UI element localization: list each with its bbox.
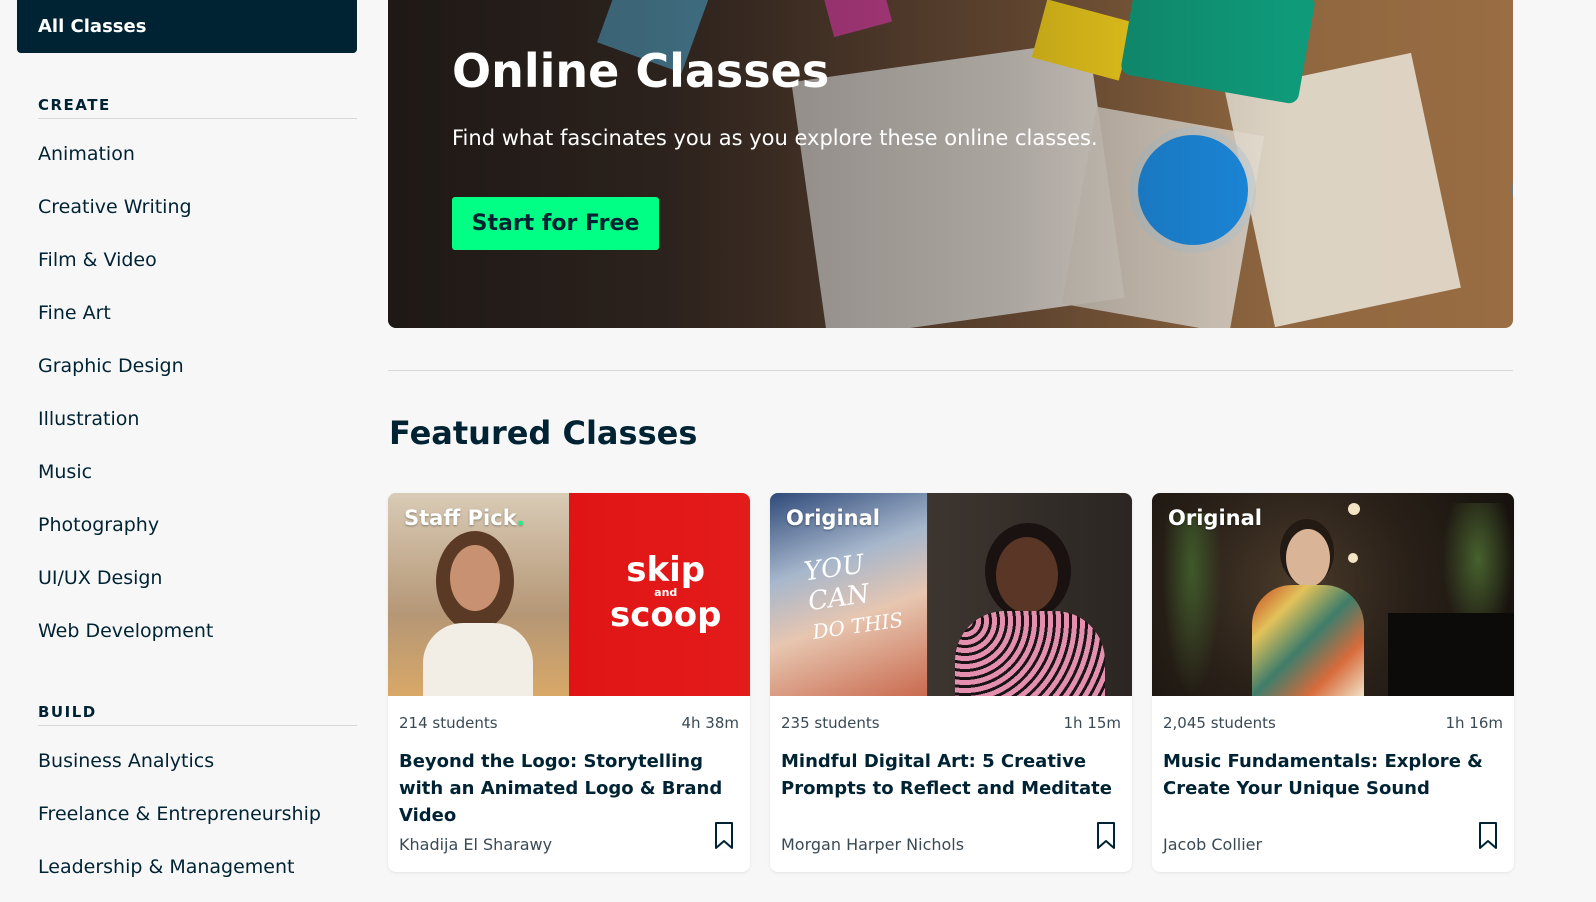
piano	[1388, 613, 1514, 696]
teacher-name[interactable]: Jacob Collier	[1163, 835, 1262, 854]
featured-classes-heading: Featured Classes	[389, 414, 698, 452]
start-for-free-button[interactable]: Start for Free	[452, 197, 659, 250]
section-title-create: CREATE	[38, 96, 357, 119]
student-count: 214 students	[399, 714, 498, 732]
class-duration: 1h 16m	[1445, 714, 1503, 732]
hero-title: Online Classes	[452, 44, 830, 98]
sidebar: All Classes CREATE Animation Creative Wr…	[0, 0, 372, 902]
teacher-name[interactable]: Khadija El Sharawy	[399, 835, 552, 854]
instructor-shirt	[955, 611, 1105, 696]
class-duration: 1h 15m	[1063, 714, 1121, 732]
sidebar-item-leadership-management[interactable]: Leadership & Management	[38, 856, 294, 878]
student-count: 2,045 students	[1163, 714, 1276, 732]
sidebar-item-creative-writing[interactable]: Creative Writing	[38, 196, 192, 218]
sidebar-item-film-video[interactable]: Film & Video	[38, 249, 157, 271]
sidebar-item-music[interactable]: Music	[38, 461, 92, 483]
original-badge: Original	[1168, 506, 1262, 530]
section-divider	[388, 370, 1513, 371]
plant-left	[1162, 513, 1222, 696]
sidebar-item-graphic-design[interactable]: Graphic Design	[38, 355, 184, 377]
instructor-face	[1286, 529, 1330, 587]
class-card[interactable]: YOU CAN DO THIS Original 235 students 1h…	[770, 493, 1132, 872]
sidebar-item-animation[interactable]: Animation	[38, 143, 135, 165]
section-title-build: BUILD	[38, 703, 357, 726]
class-thumbnail[interactable]: skip and scoop Staff Pick.	[388, 493, 750, 696]
logo-word-1: skip	[626, 550, 706, 590]
sidebar-item-web-development[interactable]: Web Development	[38, 620, 213, 642]
bookmark-icon[interactable]	[714, 822, 734, 850]
sidebar-item-illustration[interactable]: Illustration	[38, 408, 139, 430]
class-title[interactable]: Beyond the Logo: Storytelling with an An…	[399, 748, 736, 829]
hero-banner: Online Classes Find what fascinates you …	[388, 0, 1513, 328]
sidebar-item-photography[interactable]: Photography	[38, 514, 159, 536]
class-card[interactable]: Original 2,045 students 1h 16m Music Fun…	[1152, 493, 1514, 872]
class-title[interactable]: Music Fundamentals: Explore & Create You…	[1163, 748, 1500, 802]
instructor-face	[450, 545, 500, 611]
class-duration: 4h 38m	[681, 714, 739, 732]
logo-word-3: scoop	[610, 595, 722, 635]
sidebar-item-fine-art[interactable]: Fine Art	[38, 302, 111, 324]
instructor-shirt	[1252, 585, 1364, 696]
hero-subtitle: Find what fascinates you as you explore …	[452, 126, 1098, 150]
skip-and-scoop-logo: skip and scoop	[610, 553, 721, 632]
class-card[interactable]: skip and scoop Staff Pick. 214 students …	[388, 493, 750, 872]
badge-dot: .	[516, 506, 525, 530]
class-thumbnail[interactable]: Original	[1152, 493, 1514, 696]
class-title[interactable]: Mindful Digital Art: 5 Creative Prompts …	[781, 748, 1118, 802]
class-thumbnail[interactable]: YOU CAN DO THIS Original	[770, 493, 1132, 696]
all-classes-button[interactable]: All Classes	[17, 0, 357, 53]
staff-pick-badge: Staff Pick.	[404, 506, 525, 530]
light-bulb	[1348, 553, 1358, 563]
you-can-do-this-art: YOU CAN DO THIS	[802, 545, 905, 647]
light-bulb	[1348, 503, 1360, 515]
original-badge: Original	[786, 506, 880, 530]
bookmark-icon[interactable]	[1478, 822, 1498, 850]
sidebar-item-freelance-entrepreneurship[interactable]: Freelance & Entrepreneurship	[38, 803, 321, 825]
teacher-name[interactable]: Morgan Harper Nichols	[781, 835, 964, 854]
instructor-face	[996, 537, 1058, 613]
sidebar-item-ui-ux-design[interactable]: UI/UX Design	[38, 567, 162, 589]
instructor-shirt	[423, 623, 533, 696]
bookmark-icon[interactable]	[1096, 822, 1116, 850]
student-count: 235 students	[781, 714, 880, 732]
badge-label: Staff Pick	[404, 506, 517, 530]
sidebar-item-business-analytics[interactable]: Business Analytics	[38, 750, 214, 772]
